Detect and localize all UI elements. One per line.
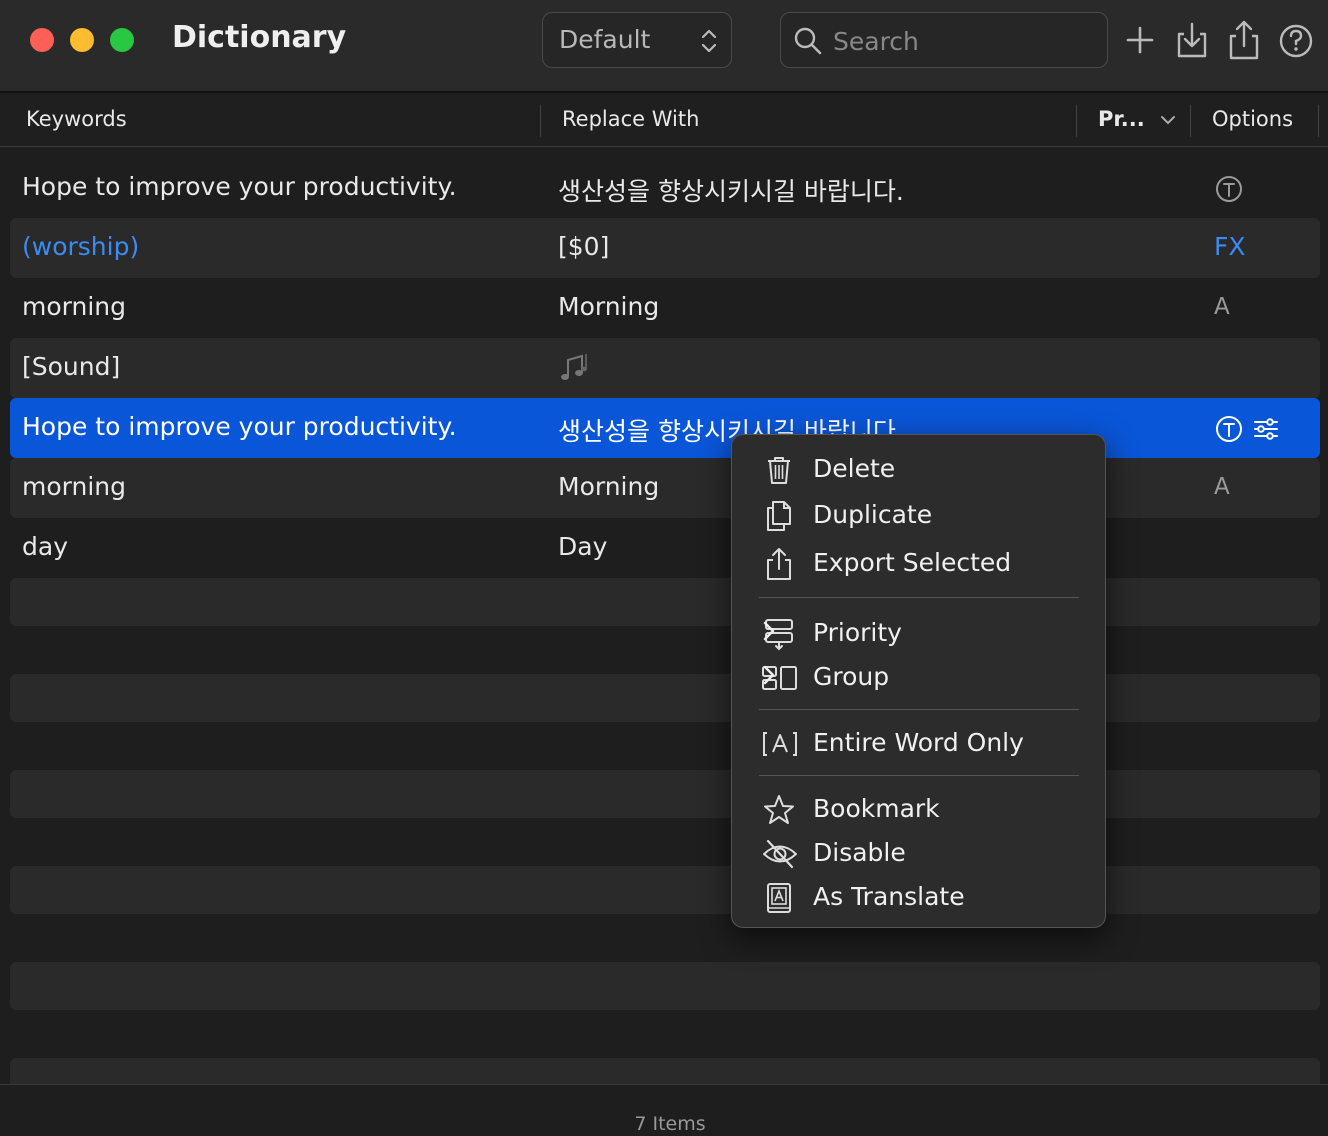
- item-count: 7 Items: [634, 1113, 706, 1135]
- table-row-selected[interactable]: Hope to improve your productivity. 생산성을 …: [10, 398, 1320, 458]
- search-input[interactable]: [833, 23, 1093, 59]
- column-priority[interactable]: Pr...: [1098, 107, 1145, 131]
- window-title: Dictionary: [172, 20, 347, 55]
- keyword-cell: (worship): [22, 232, 140, 261]
- column-replace-with[interactable]: Replace With: [562, 107, 699, 131]
- menu-item-duplicate[interactable]: Duplicate: [732, 495, 1107, 537]
- menu-item-label: As Translate: [813, 882, 965, 911]
- table-row[interactable]: morning Morning A: [10, 458, 1320, 518]
- translate-book-icon: [767, 883, 791, 913]
- empty-row: [10, 866, 1320, 914]
- table-row[interactable]: morning Morning A: [10, 278, 1320, 338]
- keyword-cell: day: [22, 532, 68, 561]
- chevron-right-icon: [763, 665, 775, 685]
- column-divider[interactable]: [1076, 105, 1077, 137]
- menu-separator: [759, 597, 1079, 598]
- column-options[interactable]: Options: [1212, 107, 1293, 131]
- search-field[interactable]: [780, 12, 1108, 68]
- column-divider[interactable]: [540, 105, 541, 137]
- title-bar: Dictionary Default: [0, 0, 1328, 93]
- text-option-icon: [1216, 416, 1242, 442]
- sliders-icon[interactable]: [1252, 415, 1280, 443]
- empty-row: [10, 1058, 1320, 1084]
- menu-item-label: Export Selected: [813, 548, 1012, 577]
- replace-cell: [$0]: [558, 232, 610, 261]
- menu-item-bookmark[interactable]: Bookmark: [732, 789, 1107, 831]
- empty-row: [10, 962, 1320, 1010]
- close-window-button[interactable]: [30, 28, 54, 52]
- eye-slash-icon: [763, 839, 797, 869]
- menu-item-priority[interactable]: Priority: [732, 613, 1107, 655]
- trash-icon: [768, 457, 790, 484]
- table-row[interactable]: Hope to improve your productivity. 생산성을 …: [10, 158, 1320, 218]
- case-option-label: A: [1214, 474, 1230, 500]
- entire-word-icon: [763, 732, 797, 756]
- menu-separator: [759, 775, 1079, 776]
- search-icon: [794, 27, 822, 55]
- empty-row: [10, 578, 1320, 626]
- text-option-icon: [1216, 176, 1242, 202]
- column-header: Keywords Replace With Pr... Options: [0, 95, 1328, 147]
- menu-separator: [759, 709, 1079, 710]
- column-keywords[interactable]: Keywords: [26, 107, 127, 131]
- keyword-cell: Hope to improve your productivity.: [22, 412, 457, 441]
- preset-select-value: Default: [559, 25, 651, 54]
- keyword-cell: morning: [22, 292, 126, 321]
- menu-item-label: Priority: [813, 618, 902, 647]
- menu-item-as-translate[interactable]: As Translate: [732, 877, 1107, 919]
- column-divider[interactable]: [1190, 105, 1191, 137]
- menu-item-entire-word-only[interactable]: Entire Word Only: [732, 723, 1107, 765]
- menu-item-label: Entire Word Only: [813, 728, 1024, 757]
- table-row[interactable]: day Day: [10, 518, 1320, 578]
- add-icon[interactable]: [1122, 20, 1158, 60]
- replace-cell: Day: [558, 532, 608, 561]
- empty-row: [10, 770, 1320, 818]
- case-option-label: A: [1214, 294, 1230, 320]
- share-icon[interactable]: [1226, 20, 1262, 60]
- keyword-cell: Hope to improve your productivity.: [22, 172, 457, 201]
- help-icon[interactable]: [1278, 20, 1314, 60]
- music-notes-icon: [561, 354, 587, 380]
- menu-item-label: Duplicate: [813, 500, 933, 529]
- duplicate-icon: [767, 501, 791, 531]
- menu-item-disable[interactable]: Disable: [732, 833, 1107, 875]
- zoom-window-button[interactable]: [110, 28, 134, 52]
- menu-item-label: Bookmark: [813, 794, 940, 823]
- replace-cell: Morning: [558, 472, 660, 501]
- replace-cell: 생산성을 향상시키시길 바랍니다.: [558, 177, 904, 206]
- menu-item-group[interactable]: Group: [732, 657, 1107, 699]
- star-icon: [764, 795, 794, 824]
- context-menu: Delete Duplicate Export Selected Priorit…: [731, 434, 1106, 928]
- column-divider[interactable]: [1318, 105, 1319, 137]
- menu-item-delete[interactable]: Delete: [732, 449, 1107, 491]
- status-bar: 7 Items: [0, 1084, 1328, 1136]
- table-row[interactable]: (worship) [$0] FX: [10, 218, 1320, 278]
- minimize-window-button[interactable]: [70, 28, 94, 52]
- export-icon: [767, 548, 791, 580]
- keyword-cell: morning: [22, 472, 126, 501]
- menu-item-label: Delete: [813, 454, 896, 483]
- replace-cell: Morning: [558, 292, 660, 321]
- sort-chevron-icon[interactable]: [1160, 114, 1176, 128]
- empty-row: [10, 674, 1320, 722]
- chevron-right-icon: [763, 621, 775, 641]
- fx-option-label: FX: [1214, 232, 1246, 261]
- preset-select[interactable]: Default: [542, 12, 732, 68]
- table-row[interactable]: [Sound]: [10, 338, 1320, 398]
- import-icon[interactable]: [1174, 20, 1210, 60]
- menu-item-label: Group: [813, 662, 890, 691]
- keyword-cell: [Sound]: [22, 352, 121, 381]
- up-down-chevron-icon: [701, 29, 717, 53]
- menu-item-label: Disable: [813, 838, 906, 867]
- menu-item-export-selected[interactable]: Export Selected: [732, 543, 1107, 585]
